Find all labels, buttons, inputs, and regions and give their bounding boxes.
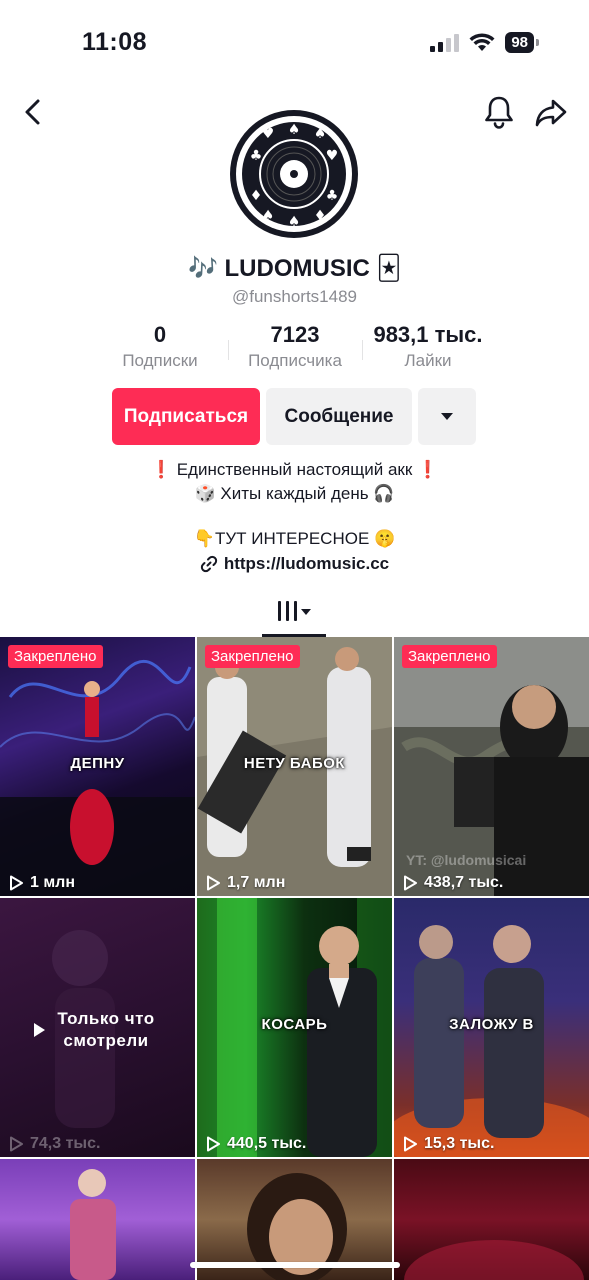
svg-text:♠: ♠ <box>314 126 327 142</box>
play-icon <box>404 875 417 891</box>
watched-label-text: Только что смотрели <box>57 1009 155 1050</box>
followers-count: 7123 <box>270 322 320 347</box>
tab-videos[interactable] <box>262 595 326 637</box>
wifi-icon <box>469 33 495 51</box>
view-count-text: 74,3 тыс. <box>30 1135 101 1152</box>
message-button[interactable]: Сообщение <box>266 388 412 445</box>
svg-text:♠: ♠ <box>262 208 275 224</box>
view-count: 438,7 тыс. <box>403 874 503 892</box>
play-icon <box>10 1136 23 1152</box>
play-icon <box>404 1136 417 1152</box>
bio-link[interactable]: https://ludomusic.cc <box>0 554 589 574</box>
video-tile[interactable] <box>394 1159 589 1280</box>
video-caption: ДЕПНУ <box>70 755 125 772</box>
followers-stat[interactable]: 7123 Подписчика <box>233 322 357 371</box>
video-thumbnail <box>70 1169 116 1280</box>
bell-icon[interactable] <box>482 94 516 130</box>
video-thumbnail <box>404 1240 584 1280</box>
status-bar: 11:08 98 <box>0 0 589 80</box>
pinned-badge: Закреплено <box>205 645 300 668</box>
username-handle: @funshorts1489 <box>231 287 357 306</box>
play-icon <box>207 875 220 891</box>
followers-label: Подписчика <box>248 351 342 370</box>
video-caption: НЕТУ БАБОК <box>243 755 346 772</box>
more-options-button[interactable] <box>418 388 476 445</box>
svg-text:♦: ♦ <box>314 208 327 224</box>
video-tile[interactable]: Закреплено YT: @ludomusicai 438,7 тыс. <box>394 637 589 896</box>
stat-divider <box>228 340 229 360</box>
display-name: 🎶 LUDOMUSIC 🃏 <box>187 255 402 282</box>
view-count-text: 1,7 млн <box>227 874 286 891</box>
svg-text:♥: ♥ <box>262 126 275 142</box>
svg-text:♥: ♥ <box>326 148 339 164</box>
stat-divider <box>362 340 363 360</box>
view-count: 440,5 тыс. <box>206 1135 306 1153</box>
dropdown-caret-icon <box>441 413 453 420</box>
following-count: 0 <box>153 322 167 347</box>
follow-button[interactable]: Подписаться <box>112 388 260 445</box>
likes-count: 983,1 тыс. <box>373 322 483 347</box>
back-arrow-icon[interactable] <box>18 96 50 128</box>
watched-label: Только что смотрели <box>0 1008 195 1052</box>
chevron-down-icon <box>300 609 311 615</box>
play-icon <box>10 875 23 891</box>
avatar[interactable]: ♠ ♥ ♣ ♠ ♦ ♣ ♠ ♥ ♦ ♠ <box>228 108 360 240</box>
play-icon <box>34 1023 45 1037</box>
svg-text:♦: ♦ <box>250 188 263 204</box>
video-tile[interactable]: ЗАЛОЖУ В 15,3 тыс. <box>394 898 589 1157</box>
likes-label: Лайки <box>404 351 452 370</box>
view-count-text: 1 млн <box>30 874 76 891</box>
bio-line: ❗ Единственный настоящий акк ❗ <box>150 460 439 479</box>
status-time: 11:08 <box>82 28 148 56</box>
video-tile[interactable]: Закреплено ДЕПНУ 1 млн <box>0 637 195 896</box>
likes-stat: 983,1 тыс. Лайки <box>364 322 492 371</box>
link-icon <box>200 555 217 573</box>
following-label: Подписки <box>122 351 198 370</box>
view-count: 15,3 тыс. <box>403 1135 494 1153</box>
video-tile[interactable] <box>0 1159 195 1280</box>
video-caption: КОСАРЬ <box>261 1016 328 1033</box>
video-caption: ЗАЛОЖУ В <box>449 1016 534 1033</box>
view-count-text: 440,5 тыс. <box>227 1135 307 1152</box>
status-icons: 98 <box>430 32 539 53</box>
svg-text:♣: ♣ <box>326 188 339 204</box>
grid-view-icon <box>277 601 297 621</box>
cellular-signal-icon <box>430 33 460 52</box>
view-count-text: 438,7 тыс. <box>424 874 504 891</box>
video-grid: Закреплено ДЕПНУ 1 млн Закреплено НЕТУ Б… <box>0 637 589 1280</box>
video-tile[interactable]: КОСАРЬ 440,5 тыс. <box>197 898 392 1157</box>
share-icon[interactable] <box>534 96 568 130</box>
view-count: 1,7 млн <box>206 874 285 892</box>
view-count-text: 15,3 тыс. <box>424 1135 495 1152</box>
play-icon <box>207 1136 220 1152</box>
following-stat[interactable]: 0 Подписки <box>110 322 210 371</box>
pinned-badge: Закреплено <box>402 645 497 668</box>
battery-indicator: 98 <box>505 32 539 53</box>
bio-link-text: https://ludomusic.cc <box>223 554 390 573</box>
svg-text:♣: ♣ <box>250 148 263 164</box>
video-tile[interactable]: Закреплено НЕТУ БАБОК 1,7 млн <box>197 637 392 896</box>
pinned-badge: Закреплено <box>8 645 103 668</box>
video-tile[interactable]: Только что смотрели 74,3 тыс. <box>0 898 195 1157</box>
svg-text:♠: ♠ <box>288 122 301 138</box>
view-count: 1 млн <box>9 874 75 892</box>
svg-text:♠: ♠ <box>288 214 301 230</box>
bio-line: 🎲 Хиты каждый день 🎧 <box>194 484 395 503</box>
view-count: 74,3 тыс. <box>9 1135 100 1153</box>
home-indicator[interactable] <box>190 1262 400 1268</box>
bio-line: 👇ТУТ ИНТЕРЕСНОЕ 🤫 <box>193 529 396 548</box>
watermark: YT: @ludomusicai <box>406 852 527 868</box>
